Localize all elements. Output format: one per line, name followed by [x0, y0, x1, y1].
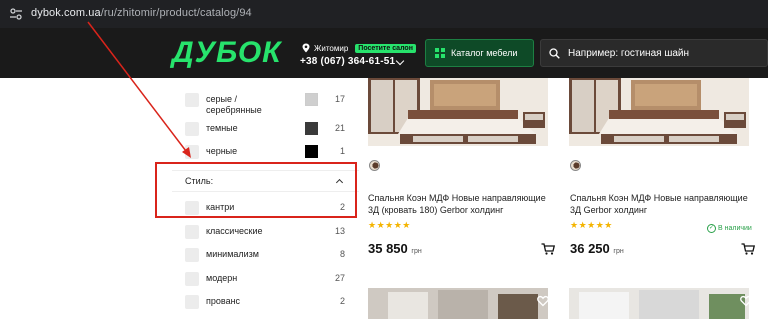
product-image[interactable]: [569, 78, 749, 146]
cart-icon[interactable]: [541, 243, 555, 255]
price-value: 35 850: [368, 241, 408, 256]
rating-stars: ★★★★★: [368, 220, 411, 230]
product-title[interactable]: Спальня Коэн МДФ Новые направляющие 3Д (…: [368, 192, 558, 216]
check-circle-icon: ✓: [707, 224, 716, 233]
rating-stars: ★★★★★: [570, 220, 613, 230]
price-currency: грн: [613, 248, 624, 255]
product-image[interactable]: [368, 288, 548, 319]
heart-icon[interactable]: [740, 295, 752, 307]
price-value: 36 250: [570, 241, 610, 256]
stock-label: В наличии: [718, 225, 752, 232]
annotation-arrow: [87, 21, 191, 158]
cart-icon[interactable]: [741, 243, 755, 255]
product-image[interactable]: [368, 78, 548, 146]
in-stock-indicator: ✓ В наличии: [707, 224, 752, 233]
product-title[interactable]: Спальня Коэн МДФ Новые направляющие 3Д G…: [570, 192, 760, 216]
color-option[interactable]: [369, 160, 380, 171]
product-price: 36 250 грн: [570, 241, 624, 256]
product-image[interactable]: [569, 288, 749, 319]
heart-icon[interactable]: [537, 295, 549, 307]
product-price: 35 850 грн: [368, 241, 422, 256]
color-option[interactable]: [570, 160, 581, 171]
price-currency: грн: [411, 248, 422, 255]
